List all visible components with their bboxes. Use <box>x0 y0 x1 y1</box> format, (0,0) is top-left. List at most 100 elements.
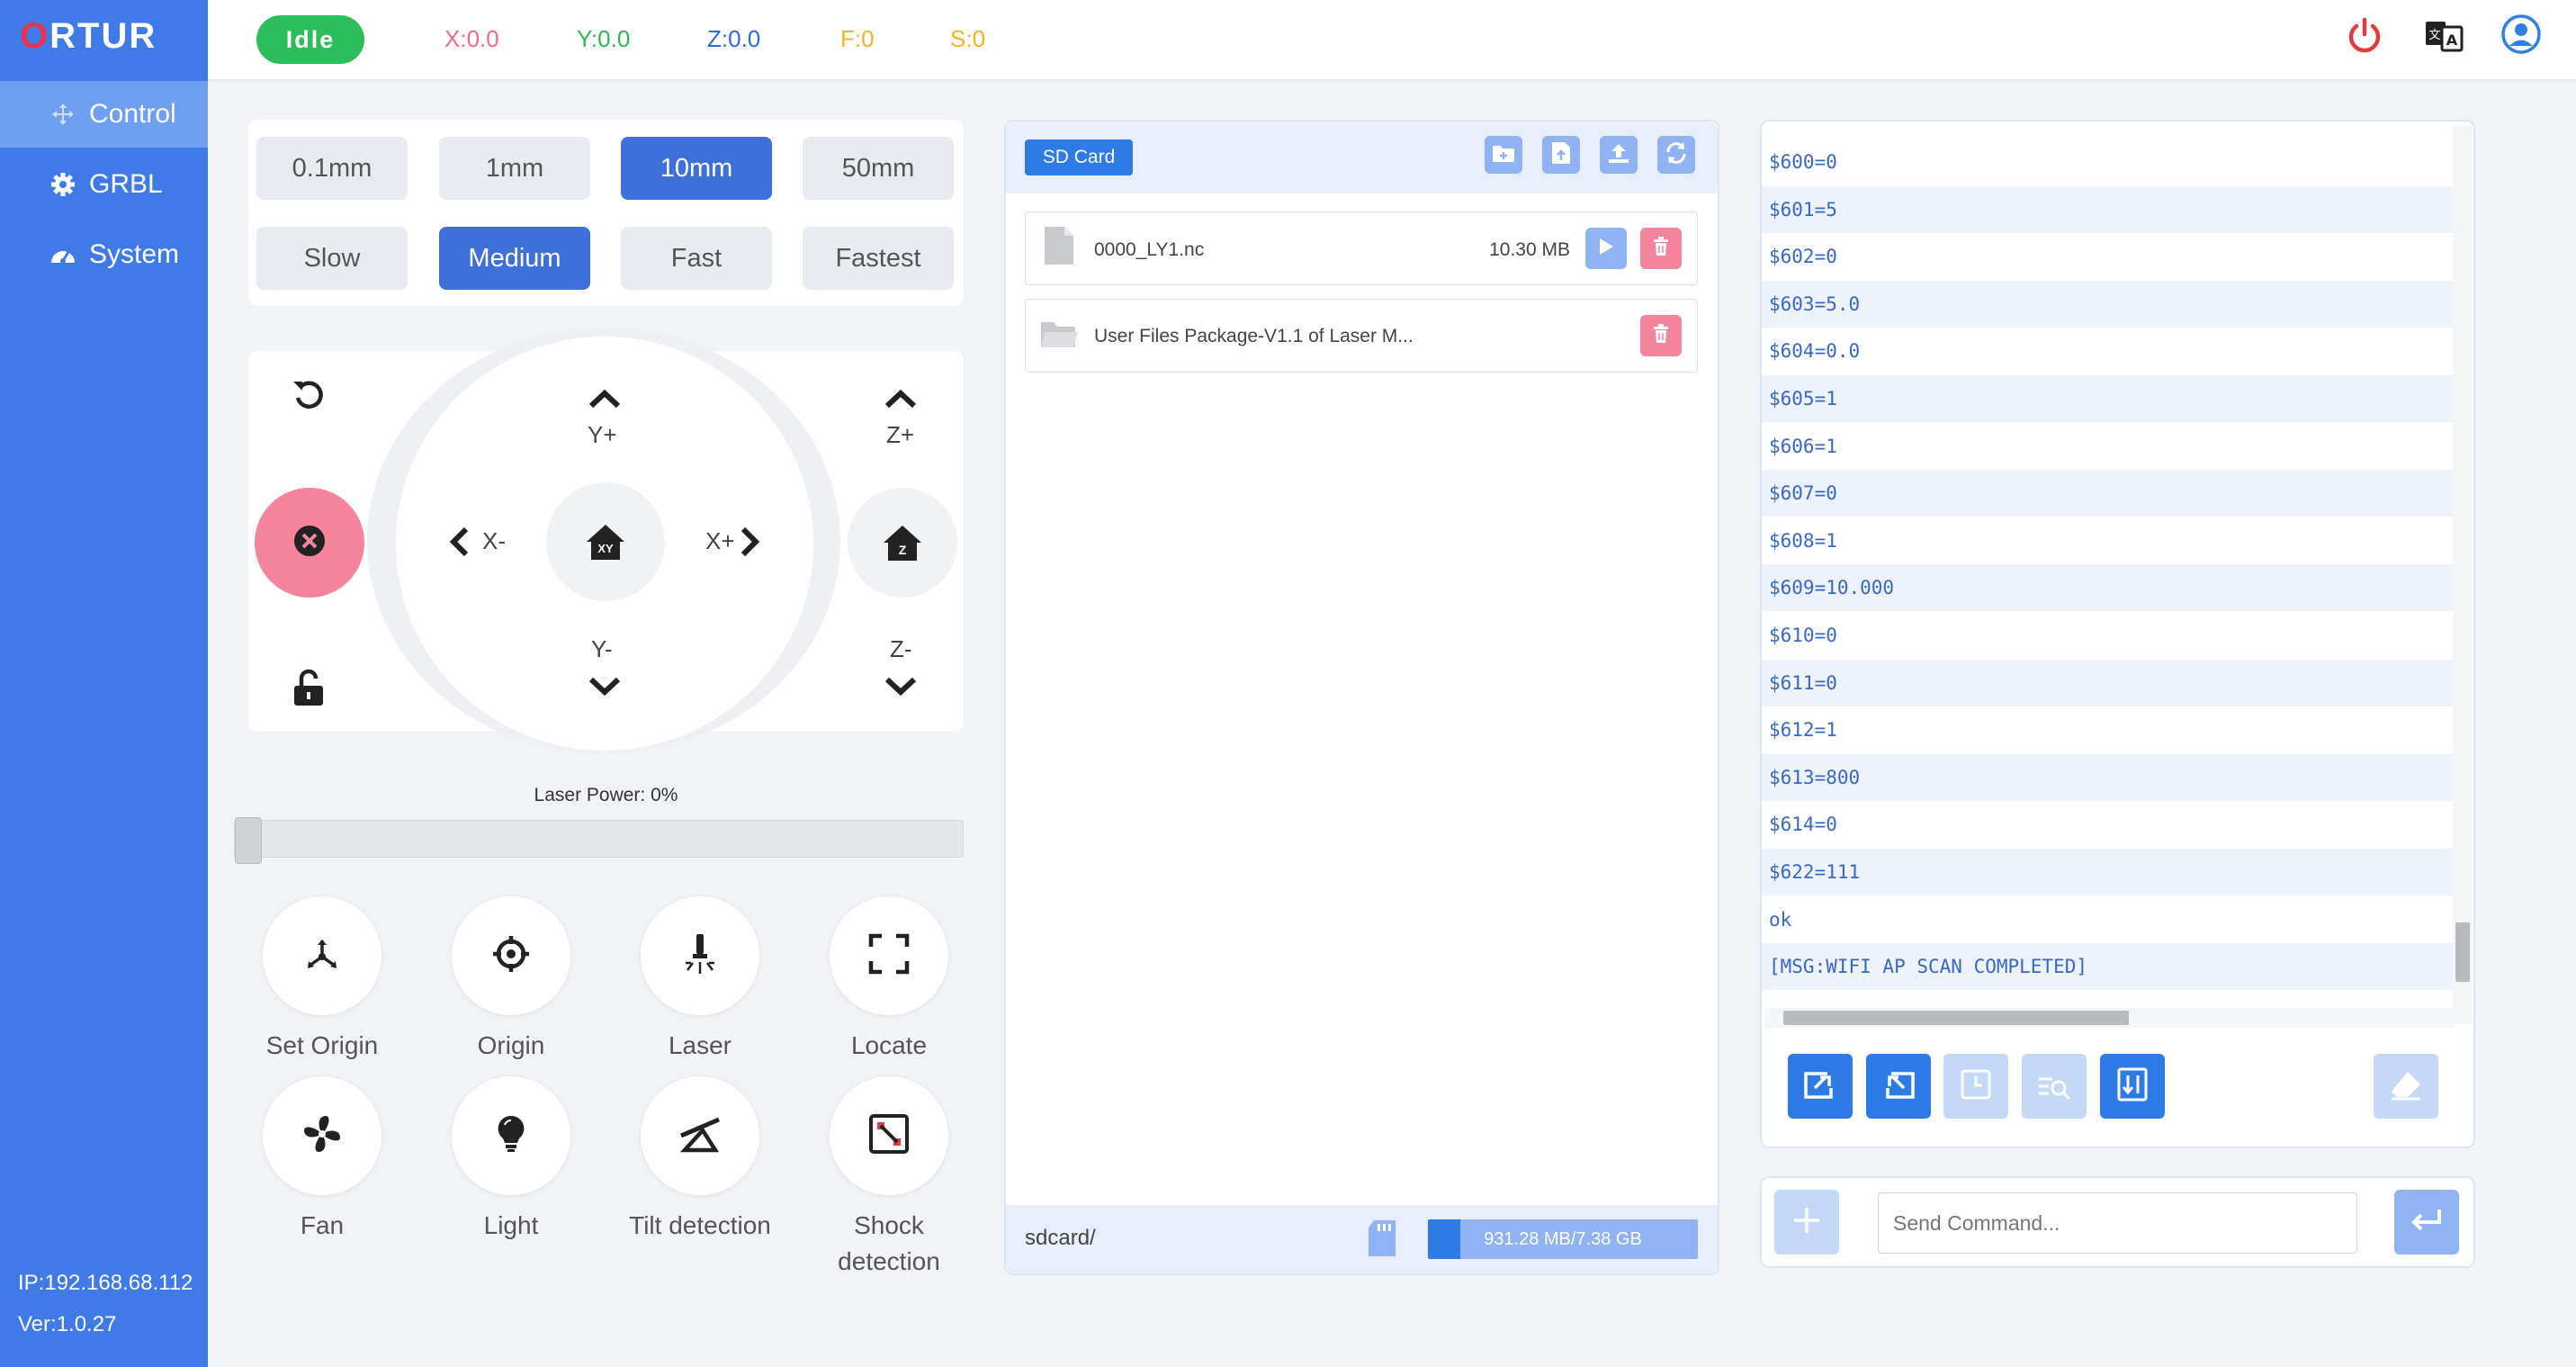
plus-icon <box>1791 1204 1823 1241</box>
status-badge: Idle <box>256 15 364 64</box>
set-origin-label: Set Origin <box>265 1031 379 1059</box>
chevron-up-icon[interactable] <box>587 387 623 415</box>
chevron-down-icon[interactable] <box>883 675 919 703</box>
laser-power-slider-handle[interactable] <box>235 817 262 864</box>
console-line: $611=0 <box>1762 659 2453 706</box>
speed-fast-button[interactable]: Fast <box>621 227 772 290</box>
dashboard-icon <box>49 241 76 268</box>
console-line: $608=1 <box>1769 529 1837 552</box>
chevron-down-icon[interactable] <box>587 675 623 703</box>
fan-label: Fan <box>300 1211 345 1239</box>
history-button[interactable] <box>1943 1054 2008 1119</box>
current-path: sdcard/ <box>1025 1226 1096 1250</box>
feed-rate: F:0 <box>840 25 875 52</box>
reset-icon[interactable] <box>290 376 328 418</box>
export-icon <box>1802 1068 1838 1105</box>
sd-card-tab[interactable]: SD Card <box>1025 139 1133 175</box>
home-xy-label: XY <box>597 542 614 555</box>
refresh-icon <box>1665 141 1688 169</box>
fan-button[interactable] <box>263 1076 381 1195</box>
console-line: $622=111 <box>1762 849 2453 895</box>
unlock-icon[interactable] <box>291 668 327 712</box>
new-file-button[interactable] <box>1542 136 1580 174</box>
delete-button[interactable] <box>1640 315 1682 356</box>
import-console-button[interactable] <box>1866 1054 1931 1119</box>
console-line: $605=1 <box>1762 375 2453 422</box>
sidebar-item-system[interactable]: System <box>0 221 208 288</box>
sidebar-item-control[interactable]: Control <box>0 81 208 148</box>
bulb-icon <box>496 1114 526 1158</box>
step-0.1mm-button[interactable]: 0.1mm <box>256 137 408 200</box>
scrollbar-thumb[interactable] <box>2455 922 2470 982</box>
play-button[interactable] <box>1585 228 1627 269</box>
step-10mm-button[interactable]: 10mm <box>621 137 772 200</box>
console-line: [MSG:WIFI AP SCAN COMPLETED] <box>1762 943 2453 991</box>
user-icon[interactable] <box>2501 14 2541 58</box>
stop-button[interactable] <box>255 488 364 598</box>
chevron-right-icon[interactable] <box>738 526 761 562</box>
z-coordinate: Z:0.0 <box>707 25 761 52</box>
sidebar-item-label: Control <box>89 99 176 129</box>
origin-label: Origin <box>477 1031 545 1059</box>
download-log-button[interactable] <box>2100 1054 2165 1119</box>
upload-icon <box>1607 142 1630 168</box>
console-line: $600=0 <box>1769 151 1837 173</box>
new-folder-button[interactable] <box>1485 136 1522 174</box>
add-command-button[interactable] <box>1774 1190 1839 1255</box>
speed-fastest-button[interactable]: Fastest <box>803 227 954 290</box>
shock-detection-button[interactable] <box>830 1076 948 1195</box>
spindle-speed: S:0 <box>950 25 986 52</box>
step-1mm-button[interactable]: 1mm <box>439 137 590 200</box>
close-icon <box>292 523 328 563</box>
z-minus-label: Z- <box>890 635 912 662</box>
tilt-detection-label: Tilt detection <box>629 1211 771 1239</box>
laser-button[interactable] <box>641 896 759 1015</box>
clear-console-button[interactable] <box>2374 1054 2438 1119</box>
chevron-left-icon[interactable] <box>448 526 471 562</box>
home-xy-button[interactable]: XY <box>546 482 665 601</box>
upload-button[interactable] <box>1600 136 1638 174</box>
storage-usage-bar: 931.28 MB/7.38 GB <box>1428 1219 1698 1259</box>
download-icon <box>2116 1066 2149 1107</box>
light-button[interactable] <box>452 1076 570 1195</box>
power-icon[interactable] <box>2345 16 2384 60</box>
speed-slow-button[interactable]: Slow <box>256 227 408 290</box>
refresh-button[interactable] <box>1657 136 1695 174</box>
locate-button[interactable] <box>830 896 948 1015</box>
origin-button[interactable] <box>452 896 570 1015</box>
translate-icon[interactable]: A文 <box>2424 18 2464 58</box>
set-origin-button[interactable] <box>263 896 381 1015</box>
home-icon: XY <box>585 522 626 562</box>
ip-address: IP:192.168.68.112 <box>18 1271 193 1295</box>
home-icon: Z <box>882 523 923 562</box>
vertical-scrollbar[interactable] <box>2453 126 2473 1024</box>
chevron-up-icon[interactable] <box>883 387 919 415</box>
sidebar-item-grbl[interactable]: GRBL <box>0 151 208 218</box>
home-z-label: Z <box>898 543 907 557</box>
z-plus-label: Z+ <box>886 421 915 448</box>
shock-icon <box>868 1113 910 1159</box>
enter-icon <box>2409 1206 2445 1239</box>
version: Ver:1.0.27 <box>18 1312 117 1336</box>
send-command-button[interactable] <box>2394 1190 2459 1255</box>
gear-icon <box>49 171 76 198</box>
console-line: $606=1 <box>1769 435 1837 457</box>
delete-button[interactable] <box>1640 228 1682 269</box>
horizontal-scrollbar[interactable] <box>1765 1008 2455 1028</box>
export-console-button[interactable] <box>1788 1054 1853 1119</box>
x-coordinate: X:0.0 <box>444 25 499 52</box>
command-input[interactable] <box>1878 1192 2357 1254</box>
home-z-button[interactable]: Z <box>848 488 957 598</box>
speed-medium-button[interactable]: Medium <box>439 227 590 290</box>
laser-power-slider[interactable] <box>234 817 964 864</box>
console-line: $610=0 <box>1769 625 1837 646</box>
sidebar: ORTUR Control GRBL System IP:192.168.68.… <box>0 0 208 1367</box>
tilt-detection-button[interactable] <box>641 1076 759 1195</box>
y-minus-label: Y- <box>591 635 613 662</box>
scrollbar-thumb[interactable] <box>1783 1011 2129 1025</box>
step-50mm-button[interactable]: 50mm <box>803 137 954 200</box>
shock-detection-label: Shock detection <box>838 1211 940 1275</box>
move-icon <box>49 101 76 128</box>
console-line: $612=1 <box>1769 719 1837 742</box>
filter-button[interactable] <box>2022 1054 2087 1119</box>
